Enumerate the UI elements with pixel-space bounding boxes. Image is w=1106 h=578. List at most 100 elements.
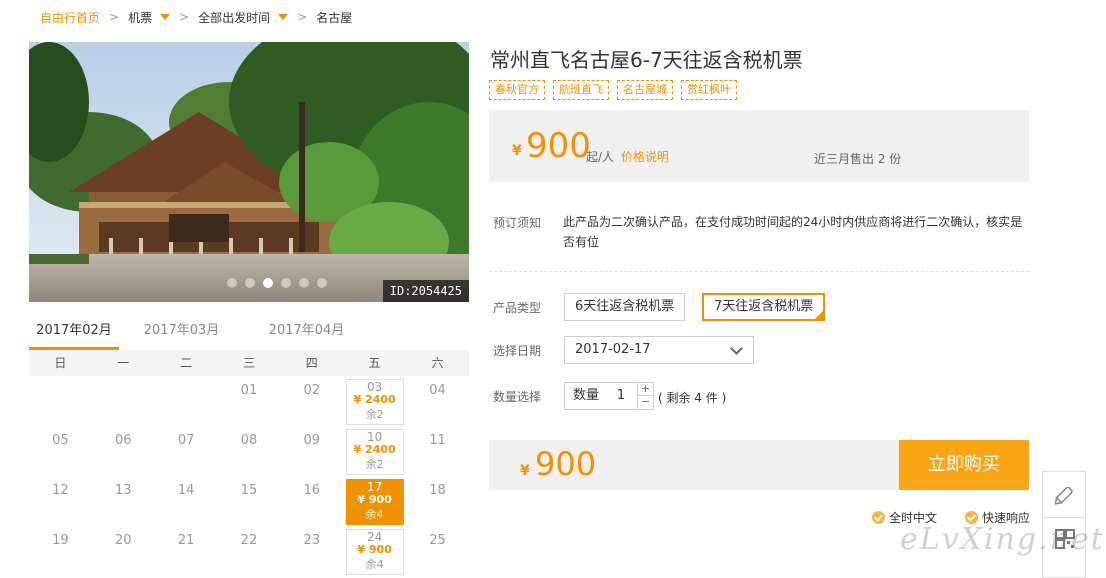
tab-month-feb[interactable]: 2017年02月 <box>29 318 119 350</box>
carousel-dot[interactable] <box>227 278 237 288</box>
day-number: 21 <box>177 533 195 548</box>
calendar-day-selected[interactable]: 17 ¥ 900 余4 <box>343 476 406 526</box>
weekday-header: 日 一 二 三 四 五 六 <box>29 350 469 376</box>
caret-down-icon[interactable] <box>278 14 289 20</box>
day-price: ¥ 2400 <box>353 393 396 406</box>
product-tag: 赏红枫叶 <box>681 80 737 100</box>
chevron-right-icon: > <box>109 10 120 24</box>
calendar-day-available[interactable]: 03 ¥ 2400 余2 <box>343 376 406 426</box>
day-number: 19 <box>52 533 69 548</box>
quantity-input[interactable]: 1 <box>605 383 637 409</box>
quantity-inner-label: 数量 <box>573 388 600 403</box>
day-number: 17 <box>367 480 383 494</box>
day-number: 18 <box>429 483 446 498</box>
notice-label: 预订须知 <box>493 216 542 230</box>
carousel-dot[interactable] <box>245 278 255 288</box>
day-number: 02 <box>303 383 321 398</box>
sold-count: 近三月售出 2 份 <box>814 152 902 166</box>
calendar-day: 21 <box>155 526 218 576</box>
quantity-minus-button[interactable]: − <box>638 396 653 409</box>
product-type-option-7day[interactable]: 7天往返含税机票 <box>702 293 826 321</box>
divider <box>489 271 1029 272</box>
calendar-day-available[interactable]: 10 ¥ 2400 余2 <box>343 426 406 476</box>
product-type-option-6day[interactable]: 6天往返含税机票 <box>564 293 686 321</box>
image-id-badge: ID:2054425 <box>382 280 469 302</box>
month-tabs: 2017年02月 2017年03月 2017年04月 <box>29 318 469 350</box>
day-number: 05 <box>52 433 69 448</box>
day-number: 23 <box>303 533 321 548</box>
price-amount: 900 <box>526 126 591 166</box>
day-number: 15 <box>240 483 258 498</box>
quantity-label: 数量选择 <box>493 390 542 404</box>
product-tag: 航班直飞 <box>553 80 609 100</box>
date-select-value: 2017-02-17 <box>575 342 651 357</box>
calendar-empty-cell <box>92 376 155 426</box>
weekday-label: 五 <box>368 356 381 370</box>
day-number: 07 <box>177 433 195 448</box>
tab-month-apr[interactable]: 2017年04月 <box>244 318 369 350</box>
carousel-dot[interactable] <box>317 278 327 288</box>
calendar-day: 02 <box>280 376 343 426</box>
calendar-day-available[interactable]: 24 ¥ 900 余4 <box>343 526 406 576</box>
day-remaining: 余4 <box>365 508 384 521</box>
weekday-label: 日 <box>54 356 67 370</box>
breadcrumb-destination: 名古屋 <box>316 10 353 25</box>
check-circle-icon <box>872 511 885 524</box>
calendar-day: 25 <box>406 526 469 576</box>
pencil-icon <box>1054 486 1073 505</box>
calendar-day: 04 <box>406 376 469 426</box>
calendar-body: 01 02 03 ¥ 2400 余2 04 05 06 07 08 09 10 ¥ 2400 余2 11 12… <box>29 376 469 576</box>
calendar-day: 07 <box>155 426 218 476</box>
day-remaining: 余2 <box>365 408 384 421</box>
day-number: 04 <box>429 383 446 398</box>
calendar-day: 16 <box>280 476 343 526</box>
calendar-day: 23 <box>280 526 343 576</box>
calendar-day: 06 <box>92 426 155 476</box>
date-select[interactable]: 2017-02-17 <box>564 336 754 364</box>
day-number: 03 <box>367 380 383 394</box>
weekday-label: 六 <box>431 356 444 370</box>
shrine-photo <box>29 42 469 302</box>
price-calendar: 日 一 二 三 四 五 六 01 02 03 ¥ 2400 余2 04 05 06 07 08 09… <box>29 350 469 576</box>
product-tag: 名古屋城 <box>617 80 673 100</box>
calendar-week-row: 01 02 03 ¥ 2400 余2 04 <box>29 376 469 426</box>
breadcrumb-flights-dropdown[interactable]: 机票 <box>128 9 152 26</box>
chevron-right-icon: > <box>179 10 190 24</box>
caret-down-icon[interactable] <box>160 14 171 20</box>
notice-text: 此产品为二次确认产品，在支付成功时间起的24小时内供应商将进行二次确认，核实是否… <box>563 215 1023 249</box>
price-per-person: 起/人 <box>586 150 615 164</box>
product-gallery[interactable]: ID:2054425 <box>29 42 469 302</box>
product-tag: 春秋官方 <box>489 80 545 100</box>
feedback-button[interactable] <box>1043 472 1085 518</box>
day-number: 20 <box>114 533 132 548</box>
product-tags: 春秋官方 航班直飞 名古屋城 赏红枫叶 <box>489 80 737 100</box>
day-number: 11 <box>429 433 446 448</box>
day-number: 08 <box>240 433 258 448</box>
weekday-label: 一 <box>117 356 130 370</box>
day-remaining: 余4 <box>365 558 384 571</box>
tab-month-mar[interactable]: 2017年03月 <box>119 318 244 350</box>
calendar-empty-cell <box>155 376 218 426</box>
price-currency: ¥ <box>512 143 522 159</box>
carousel-dot[interactable] <box>299 278 309 288</box>
total-amount: 900 <box>535 445 597 483</box>
breadcrumb-departure-dropdown[interactable]: 全部出发时间 <box>198 9 270 26</box>
calendar-day: 13 <box>92 476 155 526</box>
day-number: 12 <box>52 483 69 498</box>
breadcrumb-home-link[interactable]: 自由行首页 <box>40 9 100 26</box>
carousel-dot[interactable] <box>281 278 291 288</box>
carousel-dot-active[interactable] <box>263 278 273 288</box>
calendar-day: 11 <box>406 426 469 476</box>
day-number: 01 <box>240 383 258 398</box>
weekday-label: 三 <box>242 356 255 370</box>
calendar-empty-cell <box>29 376 92 426</box>
date-label: 选择日期 <box>493 344 542 358</box>
day-price: ¥ 900 <box>357 543 392 556</box>
product-type-label: 产品类型 <box>493 301 542 315</box>
buy-now-button[interactable]: 立即购买 <box>899 440 1029 490</box>
day-number: 24 <box>367 530 383 544</box>
price-explain-link[interactable]: 价格说明 <box>621 148 669 165</box>
calendar-week-row: 19 20 21 22 23 24 ¥ 900 余4 25 <box>29 526 469 576</box>
site-watermark: eLvXing.net <box>900 522 1105 557</box>
day-remaining: 余2 <box>365 458 384 471</box>
